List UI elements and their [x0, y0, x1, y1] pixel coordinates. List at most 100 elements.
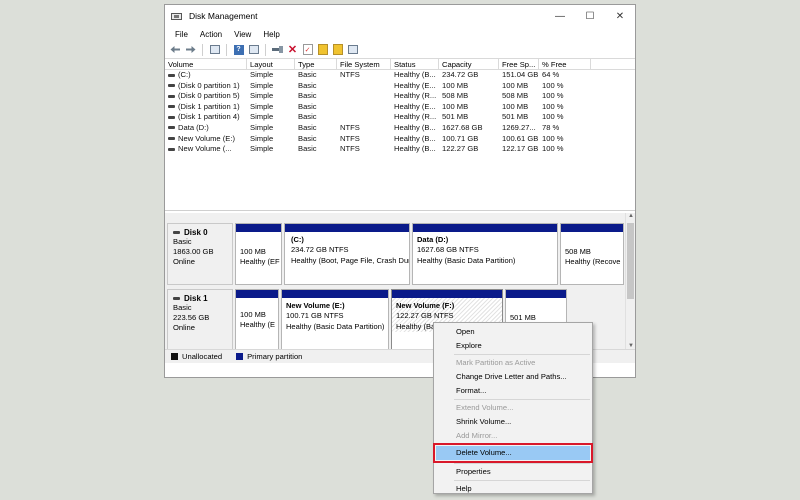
partition-size: 100.71 GB NTFS	[286, 311, 344, 321]
properties-icon[interactable]	[316, 43, 329, 56]
volume-free: 1269.27...	[502, 122, 536, 132]
volume-capacity: 234.72 GB	[442, 70, 479, 79]
volume-layout: Simple	[250, 101, 274, 111]
volume-capacity: 1627.68 GB	[442, 122, 483, 132]
volume-capacity: 100.71 GB	[442, 133, 479, 143]
unallocated-swatch	[171, 353, 178, 360]
menu-action[interactable]: Action	[194, 30, 228, 39]
partition-block[interactable]: 100 MB Healthy (E	[235, 289, 279, 351]
menu-item-shrink-volume[interactable]: Shrink Volume...	[434, 415, 592, 429]
table-row[interactable]: (C:) Simple Basic NTFS Healthy (B... 234…	[165, 70, 635, 81]
col-file-system[interactable]: File System	[337, 59, 391, 69]
table-row[interactable]: New Volume (... Simple Basic NTFS Health…	[165, 144, 635, 155]
volume-fs	[337, 91, 391, 102]
table-row[interactable]: (Disk 0 partition 5) Simple Basic Health…	[165, 91, 635, 102]
volume-type: Basic	[298, 80, 317, 90]
volume-layout: Simple	[250, 91, 274, 101]
menu-file[interactable]: File	[169, 30, 194, 39]
volume-pct-free: 100 %	[542, 112, 564, 122]
menu-item-help[interactable]: Help	[434, 482, 592, 496]
volume-capacity: 122.27 GB	[442, 144, 479, 154]
table-row[interactable]: (Disk 0 partition 1) Simple Basic Health…	[165, 81, 635, 92]
window-title: Disk Management	[189, 11, 258, 21]
volume-layout: Simple	[250, 133, 274, 143]
disk-name: Disk 0	[184, 228, 208, 237]
menu-view[interactable]: View	[228, 30, 257, 39]
col-free-space[interactable]: Free Sp...	[499, 59, 539, 69]
volume-capacity: 501 MB	[442, 112, 469, 122]
col-status[interactable]: Status	[391, 59, 439, 69]
refresh-view-icon[interactable]	[346, 43, 359, 56]
menu-item-explore[interactable]: Explore	[434, 339, 592, 353]
volume-type: Basic	[298, 122, 317, 132]
volume-layout: Simple	[250, 144, 274, 154]
volume-type: Basic	[298, 70, 317, 79]
menu-item-add-mirror[interactable]: Add Mirror...	[434, 429, 592, 443]
table-row[interactable]: (Disk 1 partition 4) Simple Basic Health…	[165, 112, 635, 123]
col-type[interactable]: Type	[295, 59, 337, 69]
title-bar: Disk Management — ☐ ✕	[165, 5, 635, 27]
minimize-button[interactable]: —	[545, 5, 575, 27]
partition-name: New Volume (E:)	[286, 301, 345, 310]
console-tree-icon[interactable]	[208, 43, 221, 56]
volume-capacity: 100 MB	[442, 101, 469, 111]
partition-block[interactable]: Data (D:) 1627.68 GB NTFS Healthy (Basic…	[412, 223, 558, 285]
menu-item-properties[interactable]: Properties	[434, 465, 592, 479]
export-list-icon[interactable]	[331, 43, 344, 56]
menu-item-mark-active[interactable]: Mark Partition as Active	[434, 356, 592, 370]
menu-item-extend-volume[interactable]: Extend Volume...	[434, 401, 592, 415]
disk-0-info[interactable]: Disk 0 Basic 1863.00 GB Online	[167, 223, 233, 285]
volume-name: (Disk 0 partition 1)	[178, 80, 240, 90]
delete-icon[interactable]: ✕	[286, 43, 299, 56]
help-icon[interactable]: ?	[232, 43, 245, 56]
menu-item-delete-volume[interactable]: Delete Volume...	[433, 443, 593, 463]
volume-free: 151.04 GB	[502, 70, 539, 79]
volume-status: Healthy (R...	[394, 112, 437, 122]
partition-block[interactable]: 100 MB Healthy (EF	[235, 223, 282, 285]
volume-status: Healthy (B...	[394, 122, 436, 132]
close-button[interactable]: ✕	[605, 5, 635, 27]
col-percent-free[interactable]: % Free	[539, 59, 591, 69]
menu-item-change-drive-letter[interactable]: Change Drive Letter and Paths...	[434, 370, 592, 384]
forward-icon[interactable]	[184, 43, 197, 56]
volume-free: 100 MB	[502, 101, 529, 111]
volume-free: 508 MB	[502, 91, 529, 101]
back-icon[interactable]	[169, 43, 182, 56]
table-row[interactable]: (Disk 1 partition 1) Simple Basic Health…	[165, 102, 635, 113]
menu-help[interactable]: Help	[257, 30, 285, 39]
partition-status: Healthy (E	[240, 320, 276, 330]
menu-item-format[interactable]: Format...	[434, 384, 592, 398]
partition-block[interactable]: New Volume (E:) 100.71 GB NTFS Healthy (…	[281, 289, 389, 351]
volume-status: Healthy (B...	[394, 144, 436, 154]
partition-size: 508 MB	[565, 247, 591, 256]
col-capacity[interactable]: Capacity	[439, 59, 499, 69]
maximize-button[interactable]: ☐	[575, 5, 605, 27]
volume-fs	[337, 102, 391, 113]
drive-icon	[168, 84, 175, 88]
table-row[interactable]: Data (D:) Simple Basic NTFS Healthy (B..…	[165, 123, 635, 134]
volume-pct-free: 100 %	[542, 144, 564, 154]
volume-free: 100 MB	[502, 80, 529, 90]
partition-status: Healthy (EF	[240, 257, 280, 267]
drive-icon	[168, 147, 175, 151]
col-layout[interactable]: Layout	[247, 59, 295, 69]
table-row[interactable]: New Volume (E:) Simple Basic NTFS Health…	[165, 134, 635, 145]
volume-name: Data (D:)	[178, 122, 209, 132]
context-menu: Open Explore Mark Partition as Active Ch…	[433, 322, 593, 494]
action-pane-icon[interactable]	[247, 43, 260, 56]
disk-1-info[interactable]: Disk 1 Basic 223.56 GB Online	[167, 289, 233, 351]
col-volume[interactable]: Volume	[165, 59, 247, 69]
volume-fs	[337, 112, 391, 123]
checklist-icon[interactable]: ✓	[301, 43, 314, 56]
partition-block[interactable]: (C:) 234.72 GB NTFS Healthy (Boot, Page …	[284, 223, 410, 285]
volume-status: Healthy (E...	[394, 80, 436, 90]
volume-name: New Volume (E:)	[178, 133, 235, 143]
menu-item-open[interactable]: Open	[434, 325, 592, 339]
partition-block[interactable]: 508 MB Healthy (Recove	[560, 223, 624, 285]
partition-name: Data (D:)	[417, 235, 449, 244]
connect-icon[interactable]	[271, 43, 284, 56]
volume-free: 501 MB	[502, 112, 529, 122]
disk-name: Disk 1	[184, 294, 208, 303]
primary-partition-swatch	[236, 353, 244, 360]
disk-map-scrollbar[interactable]: ▲ ▼	[625, 213, 635, 349]
